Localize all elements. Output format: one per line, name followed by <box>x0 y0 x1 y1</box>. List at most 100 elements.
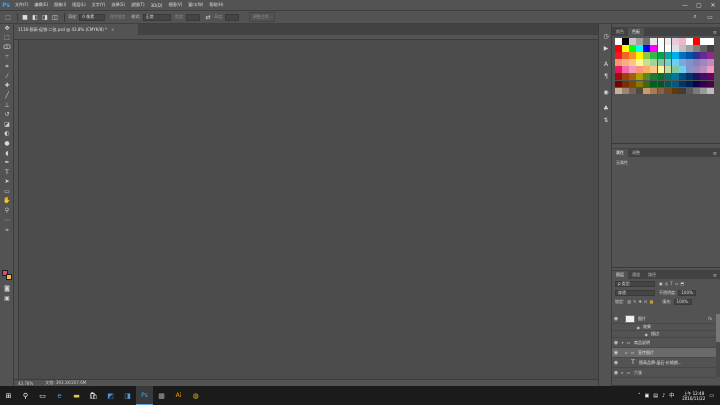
layer-row[interactable]: ◉ 效果 <box>612 324 716 331</box>
color-swatch[interactable] <box>629 80 636 88</box>
move-tool-icon[interactable]: ✥ <box>0 24 14 34</box>
color-swatch[interactable] <box>657 87 665 95</box>
panel-menu-icon[interactable]: ≡ <box>713 273 720 279</box>
color-swatch[interactable] <box>615 38 622 45</box>
zoom-tool-icon[interactable]: ⚲ <box>0 206 14 216</box>
color-swatch[interactable] <box>636 52 644 59</box>
color-swatch[interactable] <box>657 45 665 52</box>
color-swatch[interactable] <box>707 87 715 95</box>
menu-image[interactable]: 图像(I) <box>51 2 69 8</box>
network-icon[interactable]: ▤ <box>653 393 658 399</box>
color-swatch[interactable] <box>636 73 644 81</box>
color-swatch[interactable] <box>693 73 700 81</box>
subtract-selection-icon[interactable]: ◨ <box>41 13 49 21</box>
color-swatch[interactable] <box>678 80 686 88</box>
healing-brush-tool-icon[interactable]: ✚ <box>0 82 14 92</box>
opacity-input[interactable]: 100% <box>678 289 697 296</box>
hand-tool-icon[interactable]: ✋ <box>0 197 14 207</box>
color-swatch[interactable] <box>615 52 622 59</box>
color-swatch[interactable] <box>622 45 629 52</box>
clone-stamp-tool-icon[interactable]: ⊥ <box>0 101 14 111</box>
filter-icons[interactable]: ▣◎T▭⬒ <box>659 281 686 286</box>
pen-tool-icon[interactable]: ✒ <box>0 158 14 168</box>
visibility-eye-icon[interactable]: ◉ <box>620 325 641 330</box>
color-swatch[interactable] <box>671 38 679 45</box>
color-swatch[interactable] <box>629 52 636 59</box>
app-icon[interactable]: ◨ <box>119 386 136 405</box>
color-swatch[interactable] <box>678 59 686 67</box>
blur-tool-icon[interactable]: ● <box>0 139 14 149</box>
task-view-icon[interactable]: ▭ <box>34 386 51 405</box>
menu-file[interactable]: 文件(F) <box>12 2 31 8</box>
visibility-eye-icon[interactable]: ◉ <box>620 332 649 337</box>
visibility-eye-icon[interactable]: ◉ <box>612 370 620 376</box>
color-swatch[interactable] <box>643 59 651 67</box>
color-swatch[interactable] <box>671 59 679 67</box>
color-swatch[interactable] <box>700 80 707 88</box>
color-swatch[interactable] <box>693 66 700 74</box>
color-swatch[interactable] <box>700 73 707 81</box>
clock[interactable]: 上午 12:48 2016/11/22 <box>682 391 705 401</box>
scrollbar-thumb[interactable] <box>716 314 720 342</box>
visibility-eye-icon[interactable]: ◉ <box>612 316 620 322</box>
color-swatch[interactable] <box>650 87 658 95</box>
color-swatch[interactable] <box>622 87 629 95</box>
menu-edit[interactable]: 编辑(E) <box>31 2 51 8</box>
menu-select[interactable]: 选择(S) <box>108 2 128 8</box>
search-icon[interactable]: ⚲ <box>17 386 34 405</box>
layer-row[interactable]: ◉ ▾ ▭ 商品说明 <box>612 338 716 348</box>
eraser-tool-icon[interactable]: ◪ <box>0 120 14 130</box>
gradient-tool-icon[interactable]: ◐ <box>0 130 14 140</box>
color-swatch[interactable] <box>643 52 651 59</box>
clone-source-icon[interactable]: ♣ <box>599 102 613 114</box>
color-swatch[interactable] <box>664 73 672 81</box>
color-swatch[interactable] <box>636 87 644 95</box>
lasso-tool-icon[interactable]: ↀ <box>0 43 14 53</box>
width-input[interactable] <box>186 13 201 21</box>
color-swatch[interactable] <box>622 38 629 45</box>
color-swatch[interactable] <box>622 80 629 88</box>
color-swatch[interactable] <box>650 73 658 81</box>
app-tray-icon[interactable]: ▣ <box>645 393 650 399</box>
color-swatch[interactable] <box>643 87 651 95</box>
panel-menu-icon[interactable]: ≡ <box>713 151 720 157</box>
swap-icon[interactable]: ⇄ <box>204 13 212 21</box>
color-swatch[interactable] <box>707 59 715 67</box>
fill-input[interactable]: 100% <box>673 298 692 305</box>
intersect-selection-icon[interactable]: ◫ <box>51 13 59 21</box>
document-tab[interactable]: 1116-颐高-促销-二张.psd @ 43.8% (CMYK/8) * × <box>14 24 138 35</box>
color-swatch[interactable] <box>671 73 679 81</box>
character-panel-icon[interactable]: A <box>599 58 613 70</box>
menu-view[interactable]: 视图(V) <box>165 2 185 8</box>
layers-scrollbar[interactable] <box>716 314 720 377</box>
color-swatch[interactable] <box>707 73 715 81</box>
color-swatch[interactable] <box>664 38 672 45</box>
color-swatch[interactable] <box>678 66 686 74</box>
color-swatch[interactable] <box>615 80 622 88</box>
screen-mode-icon[interactable]: ▣ <box>0 294 14 304</box>
menu-help[interactable]: 帮助(H) <box>206 2 226 8</box>
color-swatch[interactable] <box>629 66 636 74</box>
add-selection-icon[interactable]: ◧ <box>31 13 39 21</box>
color-swatch[interactable] <box>685 52 693 59</box>
actions-panel-icon[interactable]: ▶ <box>599 42 613 54</box>
color-swatch[interactable] <box>693 52 700 59</box>
default-colors-icon[interactable]: ⇆ <box>0 225 14 235</box>
lock-icons[interactable]: ▨✎✥⊡🔒 <box>627 299 656 304</box>
color-swatch[interactable] <box>700 87 707 95</box>
color-swatch[interactable] <box>671 66 679 74</box>
feather-input[interactable]: 0 像素 <box>79 13 106 21</box>
zoom-level[interactable]: 43.78% <box>18 381 33 386</box>
color-swatch[interactable] <box>685 45 693 52</box>
magic-wand-tool-icon[interactable]: ⚚ <box>0 53 14 63</box>
color-swatch[interactable] <box>693 45 700 52</box>
color-swatch[interactable] <box>657 66 665 74</box>
color-swatch[interactable] <box>707 80 715 88</box>
new-selection-icon[interactable]: ■ <box>21 13 29 21</box>
color-swatch[interactable] <box>650 52 658 59</box>
tool-presets-icon[interactable]: ⇅ <box>599 114 613 126</box>
style-select[interactable]: 正常 <box>142 13 171 21</box>
color-swatch[interactable] <box>664 59 672 67</box>
color-swatch[interactable] <box>678 73 686 81</box>
menu-layer[interactable]: 图层(L) <box>69 2 88 8</box>
